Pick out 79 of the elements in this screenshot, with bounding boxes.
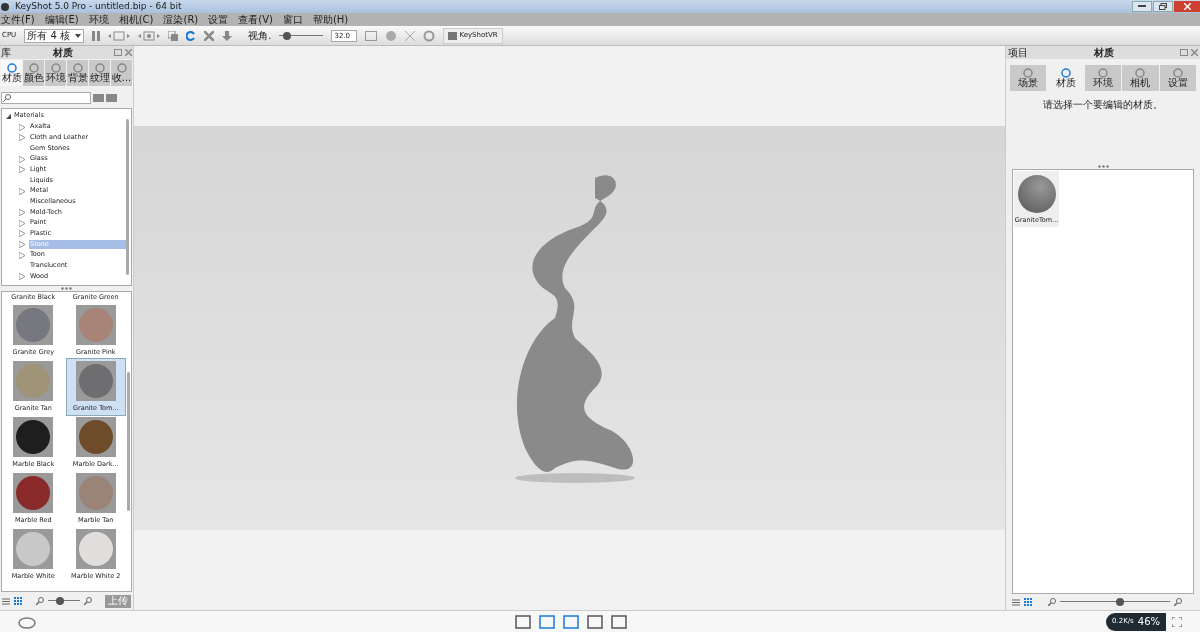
menu-item[interactable]: 渲染(R) [163, 14, 199, 25]
library-tab[interactable]: 材质 [1, 60, 22, 86]
sphere-preview [1017, 175, 1056, 213]
tab-icon [6, 63, 17, 73]
project-tab[interactable]: 相机 [1122, 65, 1159, 91]
close-icon[interactable] [125, 49, 132, 56]
fov-label: 视角. [248, 29, 272, 43]
tab-icon [1172, 68, 1183, 78]
minimize-icon [1138, 5, 1146, 8]
window-title: KeyShot 5.0 Pro - untitled.bip - 64 bit [15, 0, 182, 13]
project-tab[interactable]: 设置 [1159, 65, 1197, 91]
tab-icon [72, 63, 83, 73]
restore-button[interactable] [1153, 1, 1173, 12]
panel-title: 材质 [52, 47, 73, 58]
tab-icon [116, 63, 127, 73]
down-arrow-icon[interactable] [222, 30, 233, 41]
scrollbar[interactable] [126, 119, 129, 275]
close-icon[interactable] [1191, 49, 1198, 56]
library-tab[interactable]: 环境 [45, 60, 66, 86]
fullscreen-icon[interactable] [1172, 616, 1182, 627]
tab-icon [94, 63, 105, 73]
tab-icon [28, 63, 39, 73]
library-tab[interactable]: 纹理 [89, 60, 110, 86]
library-tab[interactable]: 背景 [67, 60, 88, 86]
splitter-handle[interactable] [61, 287, 72, 290]
float-window-icon[interactable] [1180, 49, 1188, 56]
tab-icon [1060, 68, 1071, 78]
tab-icon [1135, 68, 1146, 78]
minimize-button[interactable] [1132, 1, 1152, 12]
zoom-slider[interactable] [279, 31, 324, 40]
close-icon [1183, 3, 1191, 10]
refresh-icon[interactable] [186, 30, 197, 41]
tab-icon [1023, 68, 1034, 78]
tab-icon [1098, 68, 1108, 78]
menu-item[interactable]: 环境 [88, 14, 109, 25]
search-icon [3, 94, 11, 102]
tab-icon [50, 63, 61, 73]
sphere-icon[interactable] [385, 29, 398, 42]
percent-text: 46% [1137, 615, 1160, 629]
zoom-in-icon[interactable] [1174, 598, 1182, 606]
panel-tab[interactable]: 项目 [1008, 47, 1028, 58]
hint-text: 请选择一个要编辑的材质。 [1042, 98, 1164, 112]
close-button[interactable] [1174, 1, 1200, 12]
cpu-dropdown[interactable]: 所有 4 核 [24, 28, 85, 43]
splitter-handle[interactable] [1097, 165, 1109, 168]
menu-item[interactable]: 编辑(E) [44, 14, 79, 25]
search-field[interactable] [1, 92, 91, 104]
menu-item[interactable]: 帮助(H) [312, 14, 349, 25]
float-window-icon[interactable] [114, 49, 122, 56]
menu-item[interactable]: 查看(V) [238, 14, 273, 25]
menu-item[interactable]: 设置 [208, 14, 229, 25]
grid-view-icon[interactable] [1024, 598, 1032, 606]
region-icon[interactable] [108, 30, 131, 41]
panel-title: 材质 [1094, 47, 1114, 58]
zoom-slider[interactable] [48, 597, 80, 605]
grid-view-icon[interactable] [14, 597, 22, 605]
zoom-slider[interactable] [1060, 598, 1170, 606]
app-icon [1, 2, 9, 11]
library-tab[interactable]: 颜色 [23, 60, 44, 86]
screenshot-icon[interactable] [138, 30, 161, 41]
zoom-out-icon[interactable] [36, 597, 44, 605]
zoom-out-icon[interactable] [1048, 598, 1056, 606]
project-tab[interactable]: 环境 [1084, 65, 1122, 91]
project-tab[interactable]: 场景 [1010, 65, 1047, 91]
expand-arrow-icon[interactable] [19, 187, 25, 195]
panel-tab[interactable]: 库 [1, 47, 11, 58]
copy-icon[interactable] [168, 30, 179, 41]
list-view-icon[interactable] [1012, 598, 1020, 606]
expand-arrow-icon[interactable] [19, 273, 25, 281]
restore-icon [1159, 3, 1167, 10]
library-tab[interactable]: 收... [111, 60, 132, 86]
scrollbar[interactable] [127, 372, 130, 511]
caret-icon [75, 33, 82, 38]
menu-item[interactable]: 文件(F) [1, 14, 35, 25]
menu-item[interactable]: 窗口 [282, 14, 303, 25]
zoom-in-icon[interactable] [84, 597, 92, 605]
list-view-icon[interactable] [2, 597, 10, 605]
menu-item[interactable]: 相机(C) [118, 14, 154, 25]
pause-icon[interactable] [92, 30, 101, 41]
